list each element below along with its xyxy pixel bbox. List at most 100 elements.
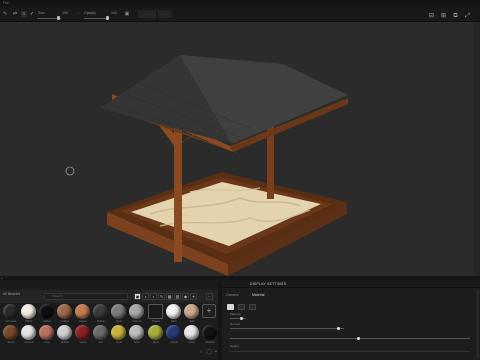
setting-slider-2[interactable] xyxy=(230,328,344,329)
settings-scrollbar[interactable] xyxy=(476,290,479,358)
sphere-filter-icon[interactable]: ◑ xyxy=(142,293,149,300)
grid-icon[interactable]: ⊞ xyxy=(440,13,447,20)
swatch-label: Velvet xyxy=(79,341,87,344)
material-swatch[interactable] xyxy=(129,325,144,340)
display-mode-toggle-2[interactable] xyxy=(238,304,245,310)
browser-toolbar: All libraries ⌕ Search ◼ ◑ ◐ ✎ ▦ ▧ ◆ ✦ ⋯ xyxy=(0,290,218,303)
swatch-label: Leather xyxy=(60,320,70,323)
display-settings-panel: DISPLAY SETTINGS Camera Material Materia… xyxy=(222,280,480,360)
material-swatch[interactable] xyxy=(184,304,199,319)
swatch-label: Skin xyxy=(189,320,195,323)
effect-filter-icon[interactable]: ✦ xyxy=(190,293,197,300)
search-input[interactable]: Search xyxy=(44,293,128,300)
brush-filter-icon[interactable]: ✎ xyxy=(158,293,165,300)
swatch-label: Cobalt xyxy=(170,341,178,344)
swatch-label: Marble xyxy=(61,341,69,344)
setting-slider-4[interactable] xyxy=(230,351,470,352)
material-swatch[interactable] xyxy=(21,325,36,340)
fullscreen-icon[interactable]: ⤢ xyxy=(464,13,471,20)
material-browser: All libraries ⌕ Search ◼ ◑ ◐ ✎ ▦ ▧ ◆ ✦ ⋯… xyxy=(0,280,218,360)
material-swatch[interactable] xyxy=(39,304,54,319)
swatch-label: Gold xyxy=(116,341,122,344)
size-label: Size xyxy=(38,11,45,15)
material-swatch[interactable] xyxy=(148,304,163,319)
settings-header: DISPLAY SETTINGS xyxy=(222,280,480,288)
material-swatch[interactable] xyxy=(39,325,54,340)
swatch-label: Silver xyxy=(133,341,141,344)
menu-bar: File xyxy=(0,0,480,7)
material-swatch[interactable] xyxy=(129,304,144,319)
material-swatch[interactable] xyxy=(3,304,18,319)
tab-camera[interactable]: Camera xyxy=(226,293,238,297)
material-swatch[interactable] xyxy=(75,304,90,319)
settings-title: DISPLAY SETTINGS xyxy=(250,282,287,286)
swap-icon[interactable]: ⇄ xyxy=(12,11,18,17)
setting-slider-knob-3[interactable] xyxy=(357,337,360,340)
display-mode-toggle-3[interactable] xyxy=(249,304,256,310)
size-value[interactable]: 100 xyxy=(62,11,68,15)
swatch-label: Concrete xyxy=(5,320,17,323)
add-material-button[interactable]: + xyxy=(202,304,216,318)
material-swatch[interactable] xyxy=(57,304,72,319)
swatch-label: Steel xyxy=(116,320,122,323)
libraries-tab[interactable]: All libraries xyxy=(3,292,20,296)
display-mode-toggle[interactable] xyxy=(227,304,234,310)
brush-cursor xyxy=(65,166,75,176)
zoom-out-icon[interactable]: ○ xyxy=(198,349,204,355)
material-swatch[interactable] xyxy=(166,325,181,340)
setting-label: Height xyxy=(230,344,239,348)
setting-label: Material xyxy=(230,312,241,316)
3d-viewport[interactable] xyxy=(0,22,480,276)
browser-header xyxy=(0,280,218,288)
material-swatch[interactable] xyxy=(57,325,72,340)
setting-slider-knob[interactable] xyxy=(240,317,243,320)
material-swatch[interactable] xyxy=(166,304,181,319)
material-swatch[interactable] xyxy=(21,304,36,319)
model-filter-icon[interactable]: ◆ xyxy=(182,293,189,300)
setting-slider[interactable] xyxy=(230,318,246,319)
tool-option-disabled xyxy=(138,10,156,18)
material-swatch[interactable] xyxy=(111,325,126,340)
material-swatch[interactable] xyxy=(111,304,126,319)
material-filter-icon[interactable]: ◼ xyxy=(134,293,141,300)
material-swatch[interactable] xyxy=(75,325,90,340)
layers-icon[interactable]: ⧉ xyxy=(452,13,459,20)
zoom-in-icon[interactable]: ◯ xyxy=(206,349,212,355)
paint-brush-icon[interactable]: ✎ xyxy=(2,11,8,17)
material-swatch[interactable] xyxy=(93,325,108,340)
swatch-label: Fabric xyxy=(25,320,33,323)
toolbar: ✎ ⇄ ≡ ✓ Size 100 ◌ Opacity 100 ▣ xyxy=(0,7,480,22)
size-slider-knob[interactable] xyxy=(57,16,60,20)
material-swatch[interactable] xyxy=(148,325,163,340)
setting-slider-3[interactable] xyxy=(230,338,470,339)
swatch-label: Moss xyxy=(152,341,160,344)
setting-label: Normal xyxy=(230,322,240,326)
flow-icon[interactable]: ▣ xyxy=(124,11,130,17)
brush-icon[interactable]: ✓ xyxy=(29,11,35,17)
opacity-label: Opacity xyxy=(84,11,96,15)
swatch-label: Chrome xyxy=(132,320,142,323)
opacity-value[interactable]: 100 xyxy=(111,11,117,15)
material-swatch[interactable] xyxy=(3,325,18,340)
swatch-label: Paint xyxy=(171,320,177,323)
settings-icon[interactable]: ≡ xyxy=(21,11,27,17)
pattern-filter-icon[interactable]: ▦ xyxy=(166,293,173,300)
material-swatch[interactable] xyxy=(202,325,217,340)
image-filter-icon[interactable]: ▧ xyxy=(174,293,181,300)
swatch-label: Iron xyxy=(98,341,104,344)
tab-material[interactable]: Material xyxy=(252,293,264,297)
browser-menu-icon[interactable]: ⋯ xyxy=(206,293,213,300)
swatch-label: Plastic xyxy=(152,320,160,323)
menu-file[interactable]: File xyxy=(3,1,9,5)
swatch-label: Rubber xyxy=(96,320,106,323)
swatch-label: Carbon xyxy=(42,320,52,323)
color-filter-icon[interactable]: ◐ xyxy=(150,293,157,300)
camera-icon[interactable]: ⊟ xyxy=(428,13,435,20)
tool-option-disabled-2 xyxy=(158,10,172,18)
setting-slider-knob-2[interactable] xyxy=(337,327,340,330)
opacity-slider-knob[interactable] xyxy=(106,16,109,20)
pressure-icon[interactable]: ◌ xyxy=(75,11,81,17)
material-swatch[interactable] xyxy=(184,325,199,340)
material-swatch[interactable] xyxy=(93,304,108,319)
swatch-label: Copper xyxy=(78,320,88,323)
